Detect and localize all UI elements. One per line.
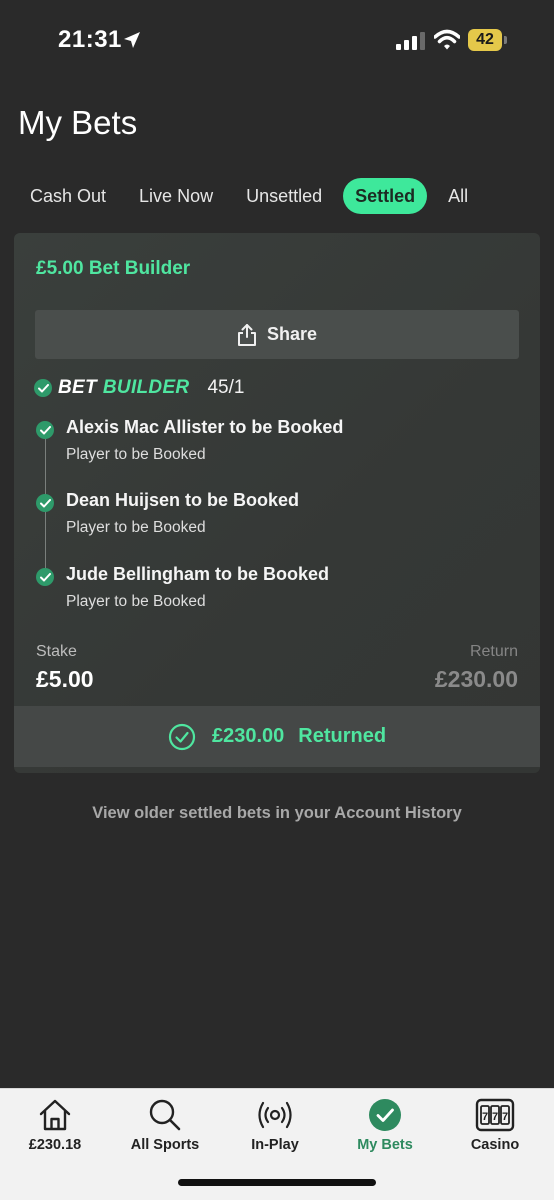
share-button[interactable]: Share [35,310,519,359]
leg-title: Jude Bellingham to be Booked [66,564,330,584]
tab-cash-out[interactable]: Cash Out [18,178,118,214]
share-icon [237,323,256,346]
status-time: 21:31 [58,26,122,53]
tab-all[interactable]: All [436,178,480,214]
bet-builder-logo-word2: BUILDER [102,377,190,398]
nav-home[interactable]: £230.18 [0,1089,110,1169]
check-circle-icon [168,723,196,750]
nav-all-sports-label: All Sports [130,1137,200,1153]
battery-level: 42 [468,29,502,51]
nav-my-bets[interactable]: My Bets [330,1089,440,1169]
location-arrow-icon [124,32,140,48]
svg-text:7: 7 [482,1111,488,1123]
home-icon [39,1099,71,1131]
bet-builder-header: BET BUILDER 45/1 [34,375,244,401]
leg-subtitle: Player to be Booked [66,519,206,536]
returned-amount: £230.00 [211,725,285,747]
leg-subtitle: Player to be Booked [66,446,206,463]
account-history-link[interactable]: View older settled bets in your Account … [0,804,554,823]
nav-casino-label: Casino [470,1137,520,1153]
status-bar: 21:31 42 [0,0,554,80]
leg-title: Dean Huijsen to be Booked [66,490,300,510]
slot-machine-icon: 7 7 7 [475,1098,515,1132]
check-icon [36,568,54,586]
bet-builder-logo: BET BUILDER [58,377,189,399]
return-label: Return [469,643,518,660]
tab-settled[interactable]: Settled [343,178,428,214]
home-indicator [178,1179,376,1186]
nav-in-play-label: In-Play [251,1137,299,1153]
returned-label: Returned [298,725,387,747]
leg-title: Alexis Mac Allister to be Booked [66,417,344,437]
bet-card: £5.00 Bet Builder Share BET BUILDER 45/1 … [14,233,540,773]
svg-text:7: 7 [492,1111,498,1123]
share-label: Share [266,324,318,344]
nav-all-sports[interactable]: All Sports [110,1089,220,1169]
signal-icon [396,32,425,50]
svg-text:7: 7 [502,1111,508,1123]
wifi-icon [434,29,460,50]
bet-filter-tabs: Cash Out Live Now Unsettled Settled All [18,178,489,214]
battery-icon: 42 [468,29,508,51]
check-icon [36,494,54,512]
search-icon [149,1099,181,1131]
returned-banner: £230.00 Returned [14,706,540,767]
tab-live-now[interactable]: Live Now [127,178,225,214]
stake-label: Stake [36,643,77,660]
check-icon [36,421,54,439]
leg-subtitle: Player to be Booked [66,593,206,610]
nav-casino[interactable]: 7 7 7 Casino [440,1089,550,1169]
bet-title: £5.00 Bet Builder [36,258,191,279]
nav-in-play[interactable]: In-Play [220,1089,330,1169]
broadcast-icon [258,1101,292,1129]
stake-value: £5.00 [36,666,94,692]
return-value: £230.00 [434,666,518,692]
check-icon [34,379,52,397]
bet-builder-logo-word1: BET [58,377,97,398]
page-title: My Bets [18,104,138,141]
battery-tip [504,36,507,44]
nav-home-label: £230.18 [28,1137,82,1153]
tab-unsettled[interactable]: Unsettled [234,178,334,214]
nav-my-bets-label: My Bets [357,1137,413,1153]
check-circle-icon [369,1099,401,1131]
bet-odds: 45/1 [207,377,245,398]
